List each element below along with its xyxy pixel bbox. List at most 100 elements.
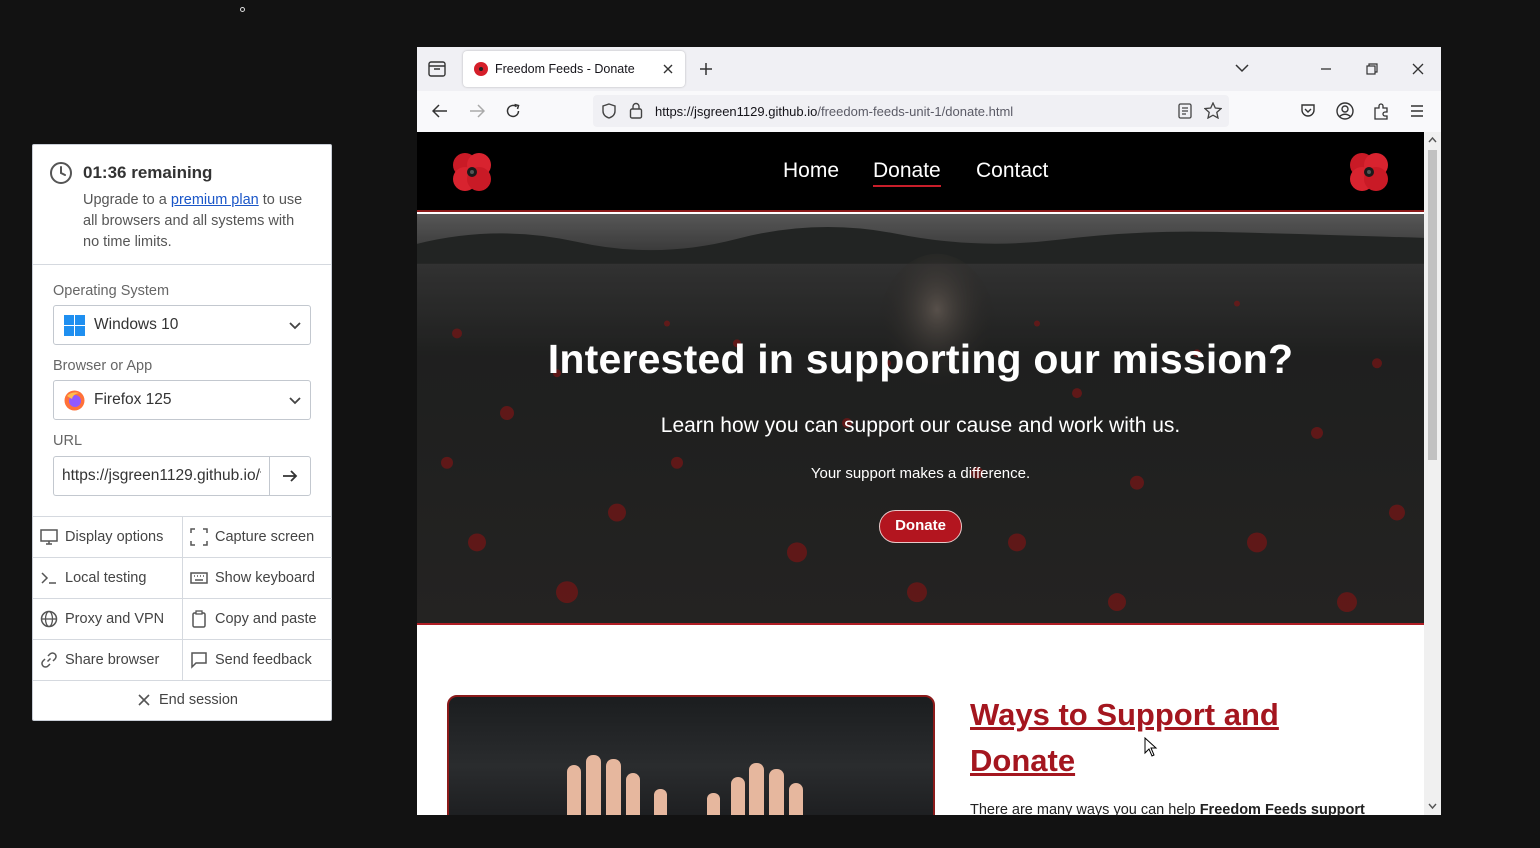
scrollbar-thumb[interactable] [1428,150,1437,460]
upgrade-text-start: Upgrade to a [83,192,171,208]
arrow-right-icon [283,470,298,482]
tab-active[interactable]: Freedom Feeds - Donate [463,51,685,87]
chevron-down-icon [289,397,301,405]
poppy-favicon-icon [474,62,488,76]
end-session-label: End session [159,692,238,708]
window-close-icon[interactable] [1412,63,1424,75]
web-page: Home Donate Contact Interested in suppor… [417,132,1424,815]
hamburger-menu-icon[interactable] [1410,104,1424,118]
hero-donate-button[interactable]: Donate [879,510,962,543]
tab-close-icon[interactable] [661,62,675,76]
reader-view-icon[interactable] [1178,103,1192,119]
timer-section: 01:36 remaining Upgrade to a premium pla… [33,145,331,265]
browser-window: Freedom Feeds - Donate https://jsgreen11… [417,47,1441,815]
display-options-label: Display options [65,529,164,545]
account-icon[interactable] [1336,102,1354,120]
show-keyboard-label: Show keyboard [215,570,315,586]
session-panel: 01:36 remaining Upgrade to a premium pla… [32,144,332,721]
end-session-button[interactable]: End session [33,680,331,721]
hands-image [447,695,935,815]
premium-plan-link[interactable]: premium plan [171,192,259,208]
clipboard-icon [192,610,206,628]
section-title[interactable]: Ways to Support and Donate [970,692,1390,784]
message-icon [191,652,207,669]
section-text-bold: Freedom Feeds support [1199,802,1365,815]
nav-contact-link[interactable]: Contact [976,159,1048,183]
minimize-icon[interactable] [1320,63,1332,75]
new-tab-icon[interactable] [699,62,713,76]
desktop: 01:36 remaining Upgrade to a premium pla… [0,0,1540,848]
nav-donate-link[interactable]: Donate [873,159,941,187]
address-text: https://jsgreen1129.github.io/freedom-fe… [655,104,1013,119]
local-testing-button[interactable]: Local testing [33,558,182,599]
navigation-toolbar: https://jsgreen1129.github.io/freedom-fe… [417,91,1441,132]
link-icon [41,652,57,668]
os-label: Operating System [53,283,170,299]
display-options-button[interactable]: Display options [33,517,182,558]
globe-icon [40,610,58,628]
send-feedback-label: Send feedback [215,652,312,668]
url-label: URL [53,433,83,449]
hero-subtitle: Learn how you can support our cause and … [660,414,1181,437]
poppy-logo-right-icon [1350,153,1388,191]
capture-icon [190,528,208,546]
section-text: There are many ways you can help Freedom… [970,802,1410,815]
go-button[interactable] [269,456,311,496]
restore-icon[interactable] [1366,63,1378,75]
copy-paste-button[interactable]: Copy and paste [182,599,332,640]
upgrade-message: Upgrade to a premium plan to use all bro… [83,190,313,253]
reload-icon[interactable] [505,103,521,119]
firefox-icon [64,390,85,411]
address-host: https://jsgreen1129.github.io [655,104,818,119]
windows-icon [64,315,85,336]
back-arrow-icon[interactable] [432,104,448,118]
close-icon [138,694,150,706]
timer-remaining: 01:36 remaining [83,163,213,182]
nav-home-link[interactable]: Home [783,159,839,183]
browser-label: Browser or App [53,358,153,374]
send-feedback-button[interactable]: Send feedback [182,640,332,681]
mouse-indicator [240,7,245,12]
monitor-icon [40,529,58,545]
browser-select[interactable]: Firefox 125 [53,380,311,420]
share-browser-label: Share browser [65,652,160,668]
os-select-value: Windows 10 [94,316,179,333]
lock-icon[interactable] [629,102,643,119]
terminal-icon [41,572,56,584]
mouse-cursor-icon [1144,737,1158,757]
scroll-up-icon[interactable] [1428,136,1437,144]
proxy-vpn-label: Proxy and VPN [65,611,165,627]
poppy-logo-icon[interactable] [451,151,493,193]
show-keyboard-button[interactable]: Show keyboard [182,558,332,599]
section-text-start: There are many ways you can help [970,802,1200,815]
share-browser-button[interactable]: Share browser [33,640,182,681]
tracking-shield-icon[interactable] [601,103,617,119]
keyboard-icon [190,572,208,584]
extensions-puzzle-icon[interactable] [1373,102,1389,120]
address-bar[interactable]: https://jsgreen1129.github.io/freedom-fe… [593,95,1229,127]
tab-bar: Freedom Feeds - Donate [417,47,1441,91]
list-tabs-chevron-icon[interactable] [1235,63,1249,73]
browser-select-value: Firefox 125 [94,391,172,408]
hero-tagline: Your support makes a difference. [810,465,1031,482]
hero-title: Interested in supporting our mission? [547,336,1294,382]
capture-screen-button[interactable]: Capture screen [182,517,332,558]
actions-grid: Display options Capture screen Local tes… [33,516,332,681]
bookmark-star-icon[interactable] [1204,102,1222,119]
address-path: /freedom-feeds-unit-1/donate.html [817,104,1014,119]
chevron-down-icon [289,322,301,330]
url-input[interactable] [53,456,269,496]
firefox-view-icon[interactable] [428,61,446,77]
proxy-vpn-button[interactable]: Proxy and VPN [33,599,182,640]
scroll-down-icon[interactable] [1428,802,1437,810]
capture-screen-label: Capture screen [215,529,315,545]
os-select[interactable]: Windows 10 [53,305,311,345]
forward-arrow-icon[interactable] [469,104,485,118]
hero-section: Interested in supporting our mission? Le… [417,214,1424,625]
copy-paste-label: Copy and paste [215,611,317,627]
local-testing-label: Local testing [65,570,147,586]
tab-title: Freedom Feeds - Donate [495,62,635,76]
hands-illustration [567,755,803,815]
pocket-icon[interactable] [1300,103,1316,119]
page-scrollbar[interactable] [1424,132,1441,815]
